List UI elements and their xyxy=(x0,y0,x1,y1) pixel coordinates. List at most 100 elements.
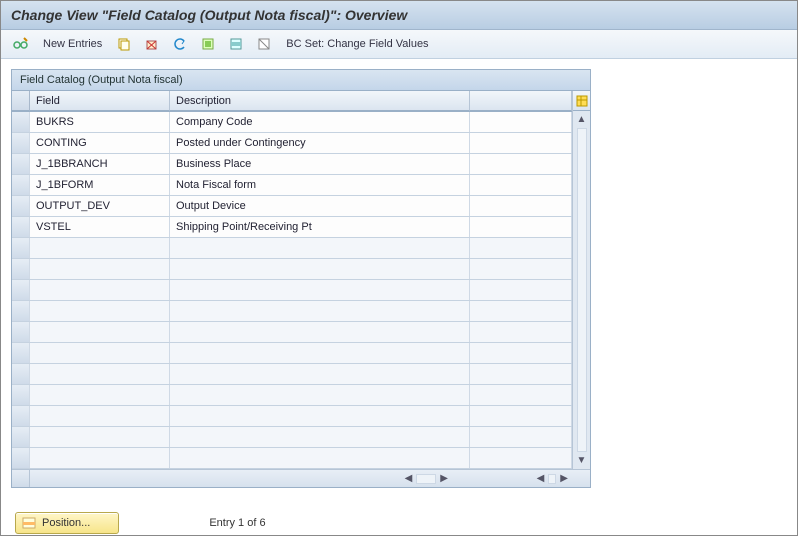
cell-description[interactable] xyxy=(170,448,470,468)
cell-field[interactable]: CONTING xyxy=(30,133,170,153)
vertical-scrollbar[interactable]: ▲ ▼ xyxy=(572,91,590,469)
delete-icon xyxy=(144,36,160,52)
cell-description[interactable]: Output Device xyxy=(170,196,470,216)
horizontal-scrollbar[interactable]: ◀ ▶ ◀ ▶ xyxy=(12,469,590,487)
cell-field[interactable] xyxy=(30,448,170,468)
scroll-up-button[interactable]: ▲ xyxy=(577,111,587,128)
cell-field[interactable] xyxy=(30,385,170,405)
column-header-field[interactable]: Field xyxy=(30,91,170,111)
select-all-button[interactable] xyxy=(196,34,220,54)
table-panel: Field Catalog (Output Nota fiscal) Field… xyxy=(11,69,591,488)
cell-description[interactable] xyxy=(170,238,470,258)
cell-description[interactable] xyxy=(170,259,470,279)
new-entries-button[interactable]: New Entries xyxy=(37,36,108,52)
copy-as-button[interactable] xyxy=(112,34,136,54)
table-row[interactable] xyxy=(12,406,572,427)
table-row[interactable]: OUTPUT_DEVOutput Device xyxy=(12,196,572,217)
cell-field[interactable] xyxy=(30,280,170,300)
row-selector[interactable] xyxy=(12,280,30,300)
table-row[interactable] xyxy=(12,427,572,448)
scroll-right-button-1[interactable]: ▶ xyxy=(436,473,452,484)
cell-description[interactable]: Company Code xyxy=(170,112,470,132)
configure-columns-button[interactable] xyxy=(573,91,590,111)
row-selector[interactable] xyxy=(12,448,30,468)
scroll-track-h-2[interactable] xyxy=(548,474,556,484)
deselect-all-button[interactable] xyxy=(252,34,276,54)
cell-field[interactable]: BUKRS xyxy=(30,112,170,132)
row-selector[interactable] xyxy=(12,385,30,405)
cell-description[interactable] xyxy=(170,427,470,447)
row-selector[interactable] xyxy=(12,259,30,279)
table-row[interactable] xyxy=(12,259,572,280)
cell-rest xyxy=(470,259,572,279)
cell-field[interactable]: J_1BBRANCH xyxy=(30,154,170,174)
toggle-display-change-button[interactable] xyxy=(9,34,33,54)
position-button[interactable]: Position... xyxy=(15,512,119,534)
table-row[interactable]: J_1BBRANCHBusiness Place xyxy=(12,154,572,175)
table-row[interactable]: VSTELShipping Point/Receiving Pt xyxy=(12,217,572,238)
row-selector[interactable] xyxy=(12,196,30,216)
cell-field[interactable] xyxy=(30,259,170,279)
row-selector[interactable] xyxy=(12,175,30,195)
cell-field[interactable] xyxy=(30,238,170,258)
cell-description[interactable] xyxy=(170,280,470,300)
row-selector[interactable] xyxy=(12,154,30,174)
cell-description[interactable]: Posted under Contingency xyxy=(170,133,470,153)
cell-field[interactable] xyxy=(30,427,170,447)
table-row[interactable]: CONTINGPosted under Contingency xyxy=(12,133,572,154)
row-selector[interactable] xyxy=(12,301,30,321)
row-selector[interactable] xyxy=(12,322,30,342)
cell-field[interactable] xyxy=(30,301,170,321)
scroll-left-button-1[interactable]: ◀ xyxy=(401,473,417,484)
bc-set-button[interactable]: BC Set: Change Field Values xyxy=(280,36,434,52)
table-row[interactable] xyxy=(12,343,572,364)
cell-description[interactable] xyxy=(170,364,470,384)
table-row[interactable] xyxy=(12,448,572,469)
row-selector[interactable] xyxy=(12,427,30,447)
row-selector[interactable] xyxy=(12,238,30,258)
row-selector[interactable] xyxy=(12,343,30,363)
scroll-track-v[interactable] xyxy=(577,128,587,452)
table-row[interactable]: J_1BFORMNota Fiscal form xyxy=(12,175,572,196)
column-header-description[interactable]: Description xyxy=(170,91,470,111)
cell-description[interactable]: Nota Fiscal form xyxy=(170,175,470,195)
cell-field[interactable] xyxy=(30,343,170,363)
cell-description[interactable] xyxy=(170,343,470,363)
delete-button[interactable] xyxy=(140,34,164,54)
cell-description[interactable]: Shipping Point/Receiving Pt xyxy=(170,217,470,237)
scroll-right-button-2[interactable]: ▶ xyxy=(556,473,572,484)
cell-rest xyxy=(470,427,572,447)
table-row[interactable]: BUKRSCompany Code xyxy=(12,112,572,133)
table-row[interactable] xyxy=(12,322,572,343)
row-selector-header[interactable] xyxy=(12,91,30,111)
scroll-track-h-1[interactable] xyxy=(416,474,436,484)
scroll-down-button[interactable]: ▼ xyxy=(577,452,587,469)
row-selector[interactable] xyxy=(12,112,30,132)
table-row[interactable] xyxy=(12,301,572,322)
row-selector[interactable] xyxy=(12,406,30,426)
cell-field[interactable] xyxy=(30,322,170,342)
cell-description[interactable] xyxy=(170,301,470,321)
cell-rest xyxy=(470,301,572,321)
cell-description[interactable]: Business Place xyxy=(170,154,470,174)
cell-description[interactable] xyxy=(170,406,470,426)
cell-field[interactable]: J_1BFORM xyxy=(30,175,170,195)
cell-field[interactable]: VSTEL xyxy=(30,217,170,237)
table-row[interactable] xyxy=(12,238,572,259)
select-block-button[interactable] xyxy=(224,34,248,54)
row-selector[interactable] xyxy=(12,133,30,153)
row-selector[interactable] xyxy=(12,217,30,237)
undo-button[interactable] xyxy=(168,34,192,54)
cell-description[interactable] xyxy=(170,322,470,342)
table-row[interactable] xyxy=(12,364,572,385)
cell-field[interactable]: OUTPUT_DEV xyxy=(30,196,170,216)
table-row[interactable] xyxy=(12,280,572,301)
row-selector[interactable] xyxy=(12,364,30,384)
cell-rest xyxy=(470,364,572,384)
cell-field[interactable] xyxy=(30,364,170,384)
table-body: BUKRSCompany CodeCONTINGPosted under Con… xyxy=(12,112,572,469)
cell-description[interactable] xyxy=(170,385,470,405)
cell-field[interactable] xyxy=(30,406,170,426)
table-row[interactable] xyxy=(12,385,572,406)
scroll-left-button-2[interactable]: ◀ xyxy=(533,473,549,484)
